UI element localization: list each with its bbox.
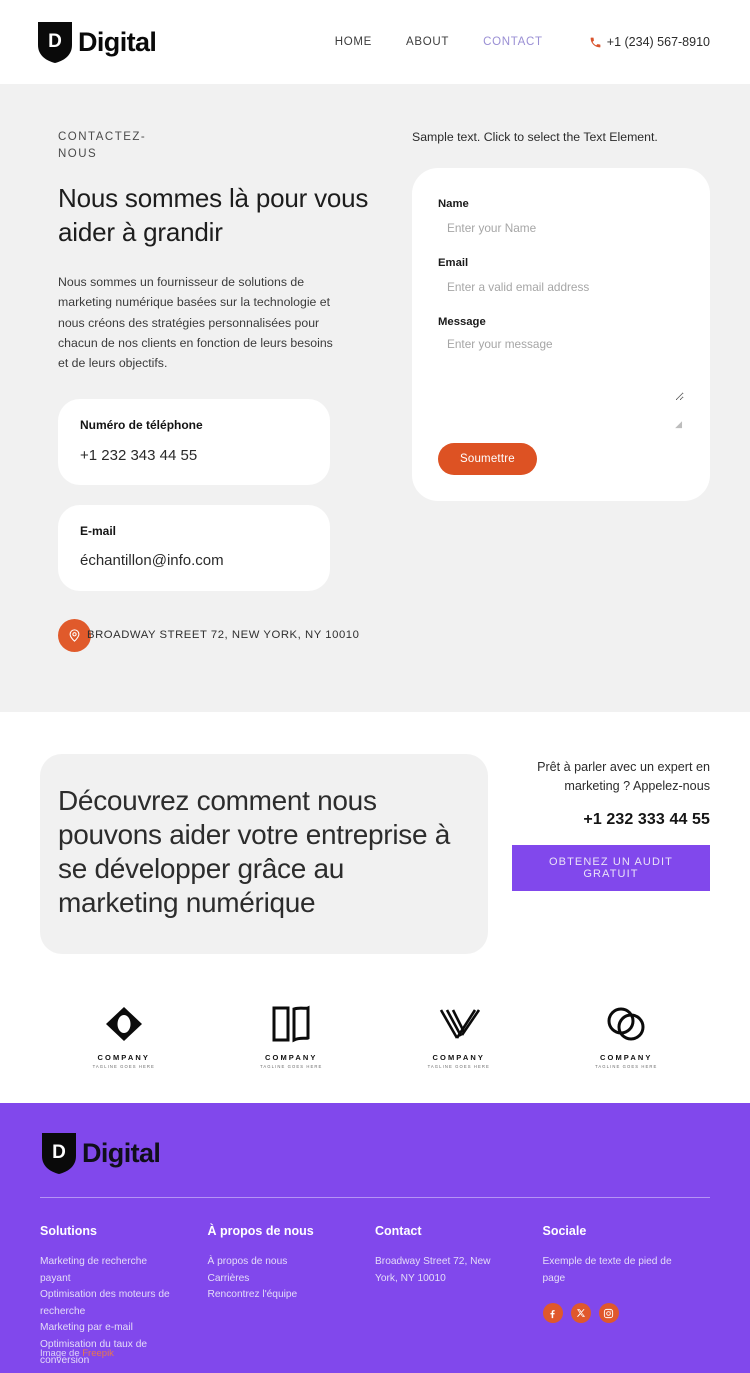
x-twitter-icon[interactable] xyxy=(570,1303,591,1324)
contact-title: Nous sommes là pour vous aider à grandir xyxy=(58,183,369,248)
contact-card-phone-value[interactable]: +1 232 343 44 55 xyxy=(80,446,308,466)
partner-logo-2: COMPANY TAGLINE GOES HERE xyxy=(231,1002,351,1069)
footer-column-about: À propos de nous À propos de nous Carriè… xyxy=(208,1224,376,1370)
contact-form-column: Sample text. Click to select the Text El… xyxy=(403,129,710,652)
checkv-mark-icon xyxy=(437,1002,481,1046)
contact-card-email-value[interactable]: échantillon@info.com xyxy=(80,551,308,571)
contact-address-text: BROADWAY STREET 72, NEW YORK, NY 10010 xyxy=(87,629,360,642)
submit-button[interactable]: Soumettre xyxy=(438,443,537,476)
partner-logo-1: COMPANY TAGLINE GOES HERE xyxy=(64,1002,184,1069)
brand-logo[interactable]: D Digital xyxy=(36,20,157,64)
email-input[interactable] xyxy=(438,280,684,295)
cta-phone-number[interactable]: +1 232 333 44 55 xyxy=(512,811,710,829)
contact-card-phone: Numéro de téléphone +1 232 343 44 55 xyxy=(58,399,330,486)
partner-logo-4: COMPANY TAGLINE GOES HERE xyxy=(566,1002,686,1069)
name-input[interactable] xyxy=(438,221,684,236)
contact-card-phone-label: Numéro de téléphone xyxy=(80,418,203,433)
form-label-name: Name xyxy=(438,198,469,211)
nav-item-home[interactable]: HOME xyxy=(335,36,372,48)
form-field-email: Email xyxy=(438,257,684,296)
form-field-name: Name xyxy=(438,198,684,237)
cta-action-column: Prêt à parler avec un expert en marketin… xyxy=(512,754,710,891)
site-header: D Digital HOME ABOUT CONTACT +1 (234) 56… xyxy=(0,0,750,84)
contact-eyebrow: CONTACTEZ-NOUS xyxy=(58,131,147,160)
footer-heading-social: Sociale xyxy=(542,1224,587,1239)
footer-link-meet-team[interactable]: Rencontrez l'équipe xyxy=(208,1287,343,1304)
footer-shield-logo-icon: D xyxy=(40,1131,78,1175)
form-sample-text[interactable]: Sample text. Click to select the Text El… xyxy=(412,129,710,146)
footer-credit-link[interactable]: Freepik xyxy=(82,1348,114,1359)
footer-link-careers[interactable]: Carrières xyxy=(208,1271,343,1288)
footer-social-text: Exemple de texte de pied de page xyxy=(542,1256,672,1284)
instagram-icon[interactable] xyxy=(598,1303,619,1324)
partner-logo-3-name: COMPANY xyxy=(432,1053,485,1063)
social-links-row xyxy=(542,1303,711,1324)
footer-heading-solutions: Solutions xyxy=(40,1224,97,1239)
main-nav: HOME ABOUT CONTACT +1 (234) 567-8910 xyxy=(335,35,710,49)
cta-heading: Découvrez comment nous pouvons aider vot… xyxy=(58,784,450,919)
footer-columns: Solutions Marketing de recherche payant … xyxy=(40,1224,710,1370)
form-label-message: Message xyxy=(438,316,486,329)
header-phone-number: +1 (234) 567-8910 xyxy=(606,35,710,49)
nav-item-about[interactable]: ABOUT xyxy=(406,36,449,48)
footer-heading-contact: Contact xyxy=(375,1224,422,1239)
footer-link-seo[interactable]: Optimisation des moteurs de recherche xyxy=(40,1287,175,1320)
shield-logo-icon: D xyxy=(36,20,74,64)
form-field-message: Message xyxy=(438,316,684,406)
contact-card-email-label: E-mail xyxy=(80,524,117,539)
partner-logos-strip: COMPANY TAGLINE GOES HERE COMPANY TAGLIN… xyxy=(0,984,750,1104)
free-audit-button[interactable]: OBTENEZ UN AUDIT GRATUIT xyxy=(512,844,710,891)
contact-form: Name Email Message ◢ Soumettre xyxy=(412,168,710,502)
phone-icon xyxy=(589,36,602,49)
message-textarea[interactable] xyxy=(438,337,684,402)
footer-brand-name: Digital xyxy=(82,1137,161,1168)
header-phone-link[interactable]: +1 (234) 567-8910 xyxy=(589,35,710,49)
contact-address-row: BROADWAY STREET 72, NEW YORK, NY 10010 xyxy=(58,618,403,652)
rings-mark-icon xyxy=(604,1002,648,1046)
footer-link-email-marketing[interactable]: Marketing par e-mail xyxy=(40,1320,175,1337)
form-label-email: Email xyxy=(438,257,469,270)
footer-divider xyxy=(40,1197,710,1199)
lens-mark-icon xyxy=(103,1002,145,1046)
contact-description: Nous sommes un fournisseur de solutions … xyxy=(58,274,333,371)
footer-column-contact: Contact Broadway Street 72, New York, NY… xyxy=(375,1224,543,1370)
contact-info-column: CONTACTEZ-NOUS Nous sommes là pour vous … xyxy=(58,129,403,652)
footer-link-about-us[interactable]: À propos de nous xyxy=(208,1254,343,1271)
partner-logo-3: COMPANY TAGLINE GOES HERE xyxy=(399,1002,519,1069)
contact-card-email: E-mail échantillon@info.com xyxy=(58,505,330,591)
textarea-resize-handle-icon[interactable]: ◢ xyxy=(675,420,682,429)
footer-heading-about: À propos de nous xyxy=(207,1224,314,1239)
partner-logo-1-tagline: TAGLINE GOES HERE xyxy=(92,1064,155,1070)
partner-logo-4-tagline: TAGLINE GOES HERE xyxy=(595,1064,658,1070)
footer-column-social: Sociale Exemple de texte de pied de page xyxy=(542,1224,711,1370)
svg-text:D: D xyxy=(52,1142,66,1163)
cta-lead-text: Prêt à parler avec un expert en marketin… xyxy=(537,759,710,793)
footer-credit-prefix: Image de xyxy=(40,1348,83,1360)
nav-item-contact[interactable]: CONTACT xyxy=(483,36,543,48)
footer-contact-address: Broadway Street 72, New York, NY 10010 xyxy=(375,1256,491,1284)
cta-section: Découvrez comment nous pouvons aider vot… xyxy=(0,711,750,985)
partner-logo-1-name: COMPANY xyxy=(97,1053,150,1063)
footer-image-credit: Image de Freepik xyxy=(40,1348,114,1359)
partner-logo-2-name: COMPANY xyxy=(265,1053,318,1063)
facebook-icon[interactable] xyxy=(542,1303,563,1324)
footer-link-paid-search[interactable]: Marketing de recherche payant xyxy=(40,1254,175,1287)
partner-logo-4-name: COMPANY xyxy=(600,1053,653,1063)
svg-text:D: D xyxy=(48,31,62,52)
cta-heading-box: Découvrez comment nous pouvons aider vot… xyxy=(40,753,488,955)
book-mark-icon xyxy=(270,1002,312,1046)
partner-logo-2-tagline: TAGLINE GOES HERE xyxy=(260,1064,323,1070)
footer-brand-logo[interactable]: D Digital xyxy=(40,1131,710,1175)
contact-section: CONTACTEZ-NOUS Nous sommes là pour vous … xyxy=(0,84,750,712)
site-footer: D Digital Solutions Marketing de recherc… xyxy=(0,1103,750,1373)
partner-logo-3-tagline: TAGLINE GOES HERE xyxy=(427,1064,490,1070)
brand-name: Digital xyxy=(78,26,157,57)
